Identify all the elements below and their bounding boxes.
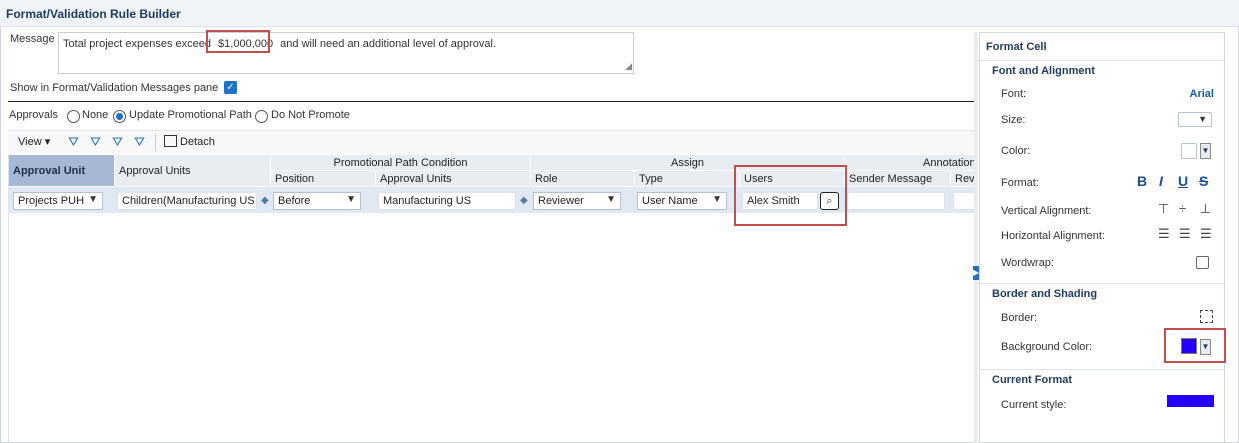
color-label: Color:	[1001, 145, 1031, 157]
chevron-down-icon: ▼	[346, 194, 356, 205]
show-in-pane-label: Show in Format/Validation Messages pane	[10, 82, 219, 94]
font-label: Font:	[1001, 88, 1027, 100]
current-format-title: Current Format	[992, 374, 1073, 386]
radio-none-label: None	[82, 109, 109, 121]
font-value[interactable]: Arial	[1190, 88, 1214, 100]
align-right-icon[interactable]: ☰	[1200, 226, 1212, 242]
group-annotation: Annotation	[845, 155, 975, 171]
radio-update-label: Update Promotional Path	[129, 109, 252, 121]
filter-clear-icon[interactable]: ⛛	[134, 134, 145, 150]
divider	[8, 101, 974, 102]
approval-units-value: Children(Manufacturing US	[122, 195, 255, 207]
format-label: Format:	[1001, 177, 1039, 189]
bold-icon[interactable]: B	[1137, 173, 1147, 189]
radio-update-promotional-path[interactable]	[113, 110, 126, 123]
col-approval-unit[interactable]: Approval Unit	[9, 155, 115, 187]
role-select[interactable]: Reviewer ▼	[533, 192, 621, 210]
font-alignment-title: Font and Alignment	[992, 65, 1095, 77]
show-in-pane-checkbox[interactable]: ✓	[224, 81, 237, 94]
position-value: Before	[278, 195, 311, 207]
message-label: Message	[10, 33, 55, 45]
current-style-label: Current style:	[1001, 399, 1067, 411]
chevron-down-icon: ▼	[1198, 114, 1207, 124]
member-selector-icon[interactable]: ◆	[520, 195, 528, 206]
italic-icon[interactable]: I	[1159, 173, 1163, 189]
toolbar-separator	[155, 134, 156, 151]
approval-unit-select[interactable]: Projects PUH ▼	[13, 192, 103, 210]
ppc-approval-units-value: Manufacturing US	[383, 195, 472, 207]
approval-unit-value: Projects PUH	[18, 195, 85, 207]
chevron-down-icon: ▼	[712, 194, 722, 205]
message-amount: $1,000,000	[218, 38, 274, 50]
format-cell-panel: Format Cell Font and Alignment Font: Ari…	[979, 32, 1225, 443]
align-bottom-icon[interactable]: ⊥	[1200, 201, 1211, 217]
col-ppc-approval-units[interactable]: Approval Units	[376, 171, 531, 187]
col-position[interactable]: Position	[271, 171, 376, 187]
border-icon[interactable]	[1200, 310, 1213, 323]
font-color-swatch[interactable]	[1181, 143, 1197, 159]
wordwrap-label: Wordwrap:	[1001, 257, 1054, 269]
type-select[interactable]: User Name ▼	[637, 192, 727, 210]
align-left-icon[interactable]: ☰	[1158, 226, 1170, 242]
approvals-label: Approvals	[9, 109, 58, 121]
border-label: Border:	[1001, 312, 1038, 324]
horizontal-alignment-label: Horizontal Alignment:	[1001, 230, 1105, 242]
font-color-dropdown[interactable]: ▼	[1200, 143, 1211, 159]
align-top-icon[interactable]: ⊤	[1158, 201, 1169, 217]
filter-add-icon[interactable]: ⛛	[68, 134, 79, 150]
col-approval-units[interactable]: Approval Units	[115, 155, 271, 187]
col-role[interactable]: Role	[531, 171, 635, 187]
size-label: Size:	[1001, 114, 1026, 126]
size-select[interactable]: ▼	[1178, 112, 1212, 127]
radio-do-not-promote-label: Do Not Promote	[271, 109, 350, 121]
sender-message-field[interactable]	[847, 192, 945, 210]
chevron-down-icon: ▼	[88, 194, 98, 205]
user-search-icon: ⌕	[826, 195, 833, 207]
background-color-label: Background Color:	[1001, 341, 1093, 353]
underline-icon[interactable]: U	[1178, 173, 1188, 189]
role-value: Reviewer	[538, 195, 584, 207]
review-field[interactable]	[953, 192, 975, 210]
col-review[interactable]: Revi	[951, 171, 975, 187]
background-color-swatch[interactable]	[1181, 338, 1197, 354]
chevron-down-icon: ▼	[606, 194, 616, 205]
user-lookup-button[interactable]: ⌕	[820, 192, 839, 210]
group-promotional-path-condition: Promotional Path Condition	[271, 155, 531, 171]
radio-do-not-promote[interactable]	[255, 110, 268, 123]
message-text-after: and will need an additional level of app…	[280, 38, 497, 50]
view-menu[interactable]: View ▾	[18, 135, 50, 148]
col-type[interactable]: Type	[635, 171, 740, 187]
filter-edit-icon[interactable]: ⛛	[112, 134, 123, 150]
radio-none[interactable]	[67, 110, 80, 123]
section-divider	[980, 60, 1224, 61]
view-label: View	[18, 136, 42, 148]
current-style-swatch	[1167, 395, 1214, 407]
chevron-down-icon: ▼	[1201, 146, 1210, 155]
strikethrough-icon[interactable]: S	[1199, 173, 1208, 189]
detach-icon	[164, 135, 177, 147]
section-divider	[980, 283, 1224, 284]
filter-remove-icon[interactable]: ⛛	[90, 134, 101, 150]
type-value: User Name	[642, 195, 698, 207]
col-sender-message[interactable]: Sender Message	[845, 171, 951, 187]
window-title: Format/Validation Rule Builder	[0, 0, 1239, 27]
vertical-alignment-label: Vertical Alignment:	[1001, 205, 1092, 217]
border-shading-title: Border and Shading	[992, 288, 1098, 300]
approval-units-field[interactable]: Children(Manufacturing US	[117, 192, 257, 210]
panel-title: Format Cell	[986, 41, 1047, 53]
member-selector-icon[interactable]: ◆	[261, 195, 269, 206]
message-textarea[interactable]: Total project expenses exceed $1,000,000…	[58, 32, 634, 74]
section-divider	[980, 369, 1224, 370]
detach-label: Detach	[180, 136, 215, 148]
align-middle-icon[interactable]: ÷	[1179, 201, 1186, 216]
message-text-before: Total project expenses exceed	[63, 38, 211, 50]
grid-toolbar: View ▾ ⛛ ⛛ ⛛ ⛛ Detach	[8, 130, 974, 154]
position-select[interactable]: Before ▼	[273, 192, 361, 210]
detach-button[interactable]: Detach	[164, 135, 215, 148]
wordwrap-checkbox[interactable]	[1196, 256, 1209, 269]
panel-splitter[interactable]	[974, 32, 978, 443]
ppc-approval-units-field[interactable]: Manufacturing US	[378, 192, 516, 210]
align-center-icon[interactable]: ☰	[1179, 226, 1191, 242]
resize-grip-icon[interactable]: ◢	[625, 59, 632, 73]
